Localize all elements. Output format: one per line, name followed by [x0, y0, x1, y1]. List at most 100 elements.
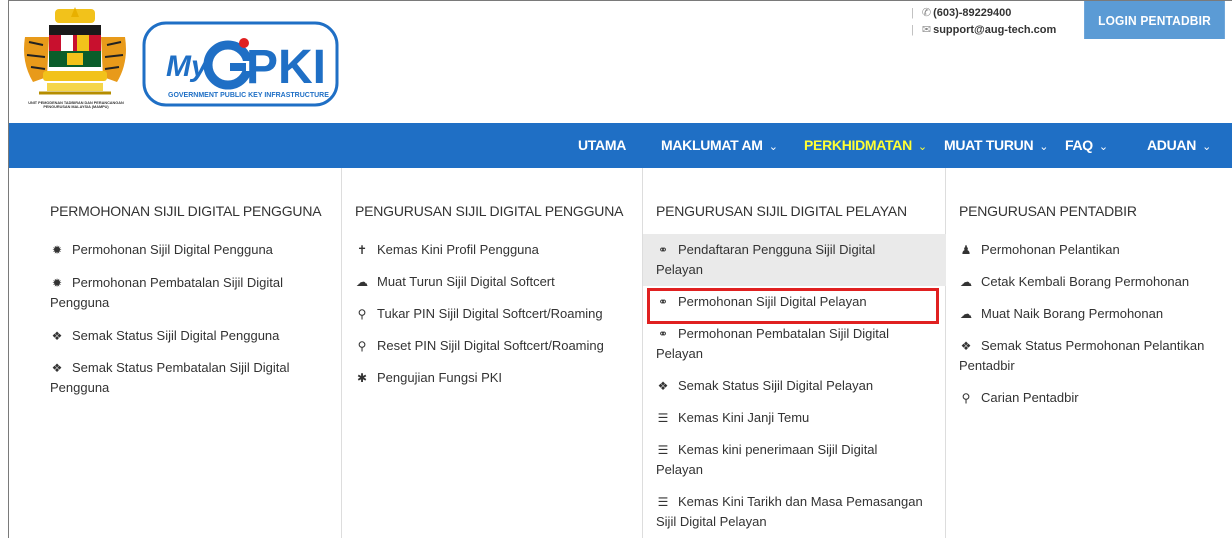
- cloud-download-icon: ☁: [356, 275, 368, 289]
- chevron-down-icon: ⌄: [768, 141, 778, 153]
- item-label-cont: Pengguna: [50, 380, 110, 395]
- info-icon: ❖: [51, 329, 63, 343]
- key-icon: ⚲: [357, 307, 367, 321]
- nav-label: ADUAN: [1147, 137, 1197, 153]
- phone-icon: ✆: [921, 7, 932, 19]
- nav-label: PERKHIDMATAN: [804, 137, 912, 153]
- menu-item-carian-pentadbir[interactable]: ⚲ Carian Pentadbir: [959, 388, 1079, 408]
- nav-label: FAQ: [1065, 137, 1093, 153]
- lock-circle-icon: ⚭: [657, 243, 669, 257]
- column-title: PENGURUSAN SIJIL DIGITAL PELAYAN: [656, 203, 907, 219]
- list-icon: ☰: [657, 411, 669, 425]
- nav-item-faq[interactable]: FAQ ⌄: [1065, 123, 1108, 168]
- menu-item-permohonan-pembatalan-pengguna[interactable]: ✹ Permohonan Pembatalan Sijil Digital Pen…: [50, 273, 283, 313]
- nav-item-maklumat-am[interactable]: MAKLUMAT AM ⌄: [661, 123, 778, 168]
- menu-item-semak-status-pembatalan-pengguna[interactable]: ❖ Semak Status Pembatalan Sijil Digital P…: [50, 358, 290, 398]
- menu-column-pengurusan-pentadbir: PENGURUSAN PENTADBIR ♟ Permohonan Pelanti…: [946, 168, 1232, 538]
- item-label: Muat Naik Borang Permohonan: [981, 306, 1164, 321]
- svg-text:PKI: PKI: [246, 41, 326, 94]
- item-label-cont: Pelayan: [656, 346, 703, 361]
- item-label: Permohonan Pembatalan Sijil Digital: [72, 275, 284, 290]
- info-icon: ❖: [51, 361, 63, 375]
- list-icon: ☰: [657, 443, 669, 457]
- menu-item-kemas-kini-penerimaan[interactable]: ☰ Kemas kini penerimaan Sijil Digital Pel…: [656, 440, 877, 480]
- item-label-cont: Pengguna: [50, 295, 110, 310]
- item-label: Reset PIN Sijil Digital Softcert/Roaming: [377, 338, 604, 353]
- menu-item-permohonan-pembatalan-pelayan[interactable]: ⚭ Permohonan Pembatalan Sijil Digital Pel…: [656, 324, 889, 364]
- divider: |: [911, 7, 914, 19]
- menu-item-pengujian-fungsi-pki[interactable]: ✱ Pengujian Fungsi PKI: [355, 368, 502, 388]
- nav-item-utama[interactable]: UTAMA: [578, 123, 626, 168]
- nav-item-perkhidmatan[interactable]: PERKHIDMATAN ⌄: [804, 123, 927, 168]
- column-title: PENGURUSAN SIJIL DIGITAL PENGGUNA: [355, 203, 624, 219]
- menu-item-permohonan-sijil-pengguna[interactable]: ✹ Permohonan Sijil Digital Pengguna: [50, 240, 273, 260]
- menu-column-pengurusan-pelayan: PENGURUSAN SIJIL DIGITAL PELAYAN ⚭ Pendaf…: [643, 168, 946, 538]
- login-admin-button[interactable]: LOGIN PENTADBIR: [1084, 1, 1225, 39]
- nav-item-aduan[interactable]: ADUAN ⌄: [1147, 123, 1211, 168]
- item-label: Pendaftaran Pengguna Sijil Digital: [678, 242, 876, 257]
- menu-item-kemas-kini-profil[interactable]: ✝ Kemas Kini Profil Pengguna: [355, 240, 539, 260]
- item-label: Muat Turun Sijil Digital Softcert: [377, 274, 555, 289]
- item-label: Kemas Kini Tarikh dan Masa Pemasangan: [678, 494, 923, 509]
- item-label: Kemas Kini Janji Temu: [678, 410, 810, 425]
- list-icon: ☰: [657, 495, 669, 509]
- nav-item-muat-turun[interactable]: MUAT TURUN ⌄: [944, 123, 1049, 168]
- column-title: PERMOHONAN SIJIL DIGITAL PENGGUNA: [50, 203, 322, 219]
- nav-label: MAKLUMAT AM: [661, 137, 763, 153]
- user-icon: ✝: [356, 243, 368, 257]
- menu-item-muat-naik-borang[interactable]: ☁ Muat Naik Borang Permohonan: [959, 304, 1163, 324]
- nav-label: MUAT TURUN: [944, 137, 1034, 153]
- asterisk-icon: ✱: [356, 371, 368, 385]
- item-label: Permohonan Sijil Digital Pelayan: [678, 294, 867, 309]
- menu-item-muat-turun-softcert[interactable]: ☁ Muat Turun Sijil Digital Softcert: [355, 272, 555, 292]
- item-label-cont: Pelayan: [656, 462, 703, 477]
- menu-item-permohonan-sijil-pelayan[interactable]: ⚭ Permohonan Sijil Digital Pelayan: [656, 292, 867, 312]
- agency-caption: UNIT PEMODENAN TADBIRAN DAN PERANCANGAN …: [28, 101, 124, 110]
- item-label: Tukar PIN Sijil Digital Softcert/Roaming: [377, 306, 603, 321]
- chevron-down-icon: ⌄: [1039, 141, 1049, 153]
- main-nav: UTAMA MAKLUMAT AM ⌄ PERKHIDMATAN ⌄ MUAT TU…: [9, 123, 1232, 168]
- logo-subtitle: GOVERNMENT PUBLIC KEY INFRASTRUCTURE: [168, 92, 329, 99]
- svg-text:My: My: [166, 50, 209, 83]
- menu-item-semak-status-pelantikan[interactable]: ❖ Semak Status Permohonan Pelantikan Pent…: [959, 336, 1204, 376]
- user-icon: ♟: [960, 243, 972, 257]
- item-label: Permohonan Pembatalan Sijil Digital: [678, 326, 890, 341]
- divider: |: [911, 24, 914, 36]
- item-label: Permohonan Sijil Digital Pengguna: [72, 242, 273, 257]
- item-label: Cetak Kembali Borang Permohonan: [981, 274, 1190, 289]
- menu-item-tukar-pin[interactable]: ⚲ Tukar PIN Sijil Digital Softcert/Roamin…: [355, 304, 603, 324]
- menu-item-pendaftaran-pengguna-pelayan[interactable]: ⚭ Pendaftaran Pengguna Sijil Digital Pela…: [656, 240, 875, 280]
- item-label: Pengujian Fungsi PKI: [377, 370, 503, 385]
- menu-column-permohonan-pengguna: PERMOHONAN SIJIL DIGITAL PENGGUNA ✹ Permo…: [18, 168, 342, 538]
- menu-item-permohonan-pelantikan[interactable]: ♟ Permohonan Pelantikan: [959, 240, 1120, 260]
- search-icon: ⚲: [961, 391, 971, 405]
- site-header: UNIT PEMODENAN TADBIRAN DAN PERANCANGAN …: [9, 1, 1232, 123]
- lock-circle-icon: ⚭: [657, 327, 669, 341]
- phone-row: | ✆ (603)-89229400: [911, 5, 1056, 22]
- item-label: Kemas Kini Profil Pengguna: [377, 242, 539, 257]
- chevron-down-icon: ⌄: [917, 141, 927, 153]
- menu-item-cetak-kembali-borang[interactable]: ☁ Cetak Kembali Borang Permohonan: [959, 272, 1189, 292]
- menu-item-kemas-kini-tarikh-masa[interactable]: ☰ Kemas Kini Tarikh dan Masa Pemasangan S…: [656, 492, 923, 532]
- nav-label: UTAMA: [578, 137, 627, 153]
- contact-info: | ✆ (603)-89229400 | ✉ support@aug-tech.com: [911, 5, 1056, 39]
- phone-number[interactable]: (603)-89229400: [933, 7, 1011, 19]
- info-icon: ❖: [657, 379, 669, 393]
- item-label: Semak Status Pembatalan Sijil Digital: [72, 360, 290, 375]
- key-icon: ⚲: [357, 339, 367, 353]
- item-label-cont: Pentadbir: [959, 358, 1015, 373]
- menu-item-reset-pin[interactable]: ⚲ Reset PIN Sijil Digital Softcert/Roamin…: [355, 336, 604, 356]
- menu-item-semak-status-pengguna[interactable]: ❖ Semak Status Sijil Digital Pengguna: [50, 326, 280, 346]
- services-mega-menu: PERMOHONAN SIJIL DIGITAL PENGGUNA ✹ Permo…: [9, 168, 1232, 538]
- menu-column-pengurusan-pengguna: PENGURUSAN SIJIL DIGITAL PENGGUNA ✝ Kemas…: [342, 168, 643, 538]
- mygpki-logo[interactable]: My PKI GOVERNMENT PUBLIC KEY INFRASTRUCT…: [142, 21, 339, 107]
- email-address[interactable]: support@aug-tech.com: [933, 24, 1056, 36]
- menu-item-kemas-kini-janji-temu[interactable]: ☰ Kemas Kini Janji Temu: [656, 408, 810, 428]
- page-frame: UNIT PEMODENAN TADBIRAN DAN PERANCANGAN …: [8, 0, 1232, 538]
- chevron-down-icon: ⌄: [1098, 141, 1108, 153]
- menu-item-semak-status-pelayan[interactable]: ❖ Semak Status Sijil Digital Pelayan: [656, 376, 873, 396]
- envelope-icon: ✉: [921, 24, 932, 36]
- item-label-cont: Pelayan: [656, 262, 703, 277]
- item-label: Semak Status Sijil Digital Pengguna: [72, 328, 280, 343]
- chevron-down-icon: ⌄: [1202, 141, 1211, 153]
